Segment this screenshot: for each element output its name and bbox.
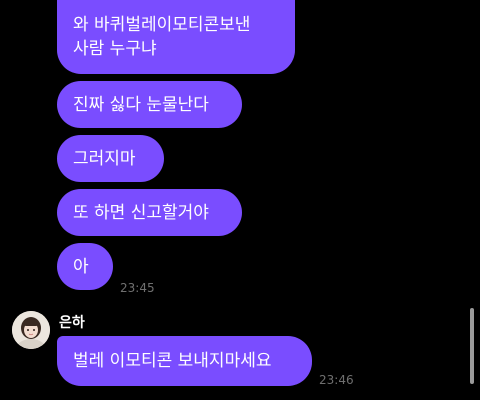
message-bubble[interactable]: 진짜 싫다 눈물난다	[57, 81, 242, 128]
message-text: 그러지마	[73, 148, 136, 169]
message-bubble[interactable]: 와 바퀴벌레이모티콘보낸 사람 누구냐	[57, 0, 295, 74]
message-bubble[interactable]: 또 하면 신고할거야	[57, 189, 242, 236]
message-bubble[interactable]: 아	[57, 243, 113, 290]
message-timestamp: 23:46	[319, 373, 354, 387]
sender-avatar[interactable]	[12, 311, 50, 349]
message-timestamp: 23:45	[120, 281, 155, 295]
scrollbar[interactable]	[470, 308, 474, 384]
message-bubble[interactable]: 벌레 이모티콘 보내지마세요	[57, 336, 312, 386]
profile-photo-icon	[12, 311, 50, 349]
sender-name: 은하	[59, 315, 85, 331]
message-text-line: 사람 누구냐	[73, 39, 157, 59]
message-bubble[interactable]: 그러지마	[57, 135, 164, 182]
message-text: 진짜 싫다 눈물난다	[73, 94, 209, 115]
message-text: 또 하면 신고할거야	[73, 202, 209, 223]
message-text: 아	[73, 256, 89, 277]
chat-view: 와 바퀴벌레이모티콘보낸 사람 누구냐 진짜 싫다 눈물난다 그러지마 또 하면…	[0, 0, 480, 400]
message-text: 벌레 이모티콘 보내지마세요	[73, 351, 272, 371]
message-text-line: 와 바퀴벌레이모티콘보낸	[73, 15, 251, 35]
